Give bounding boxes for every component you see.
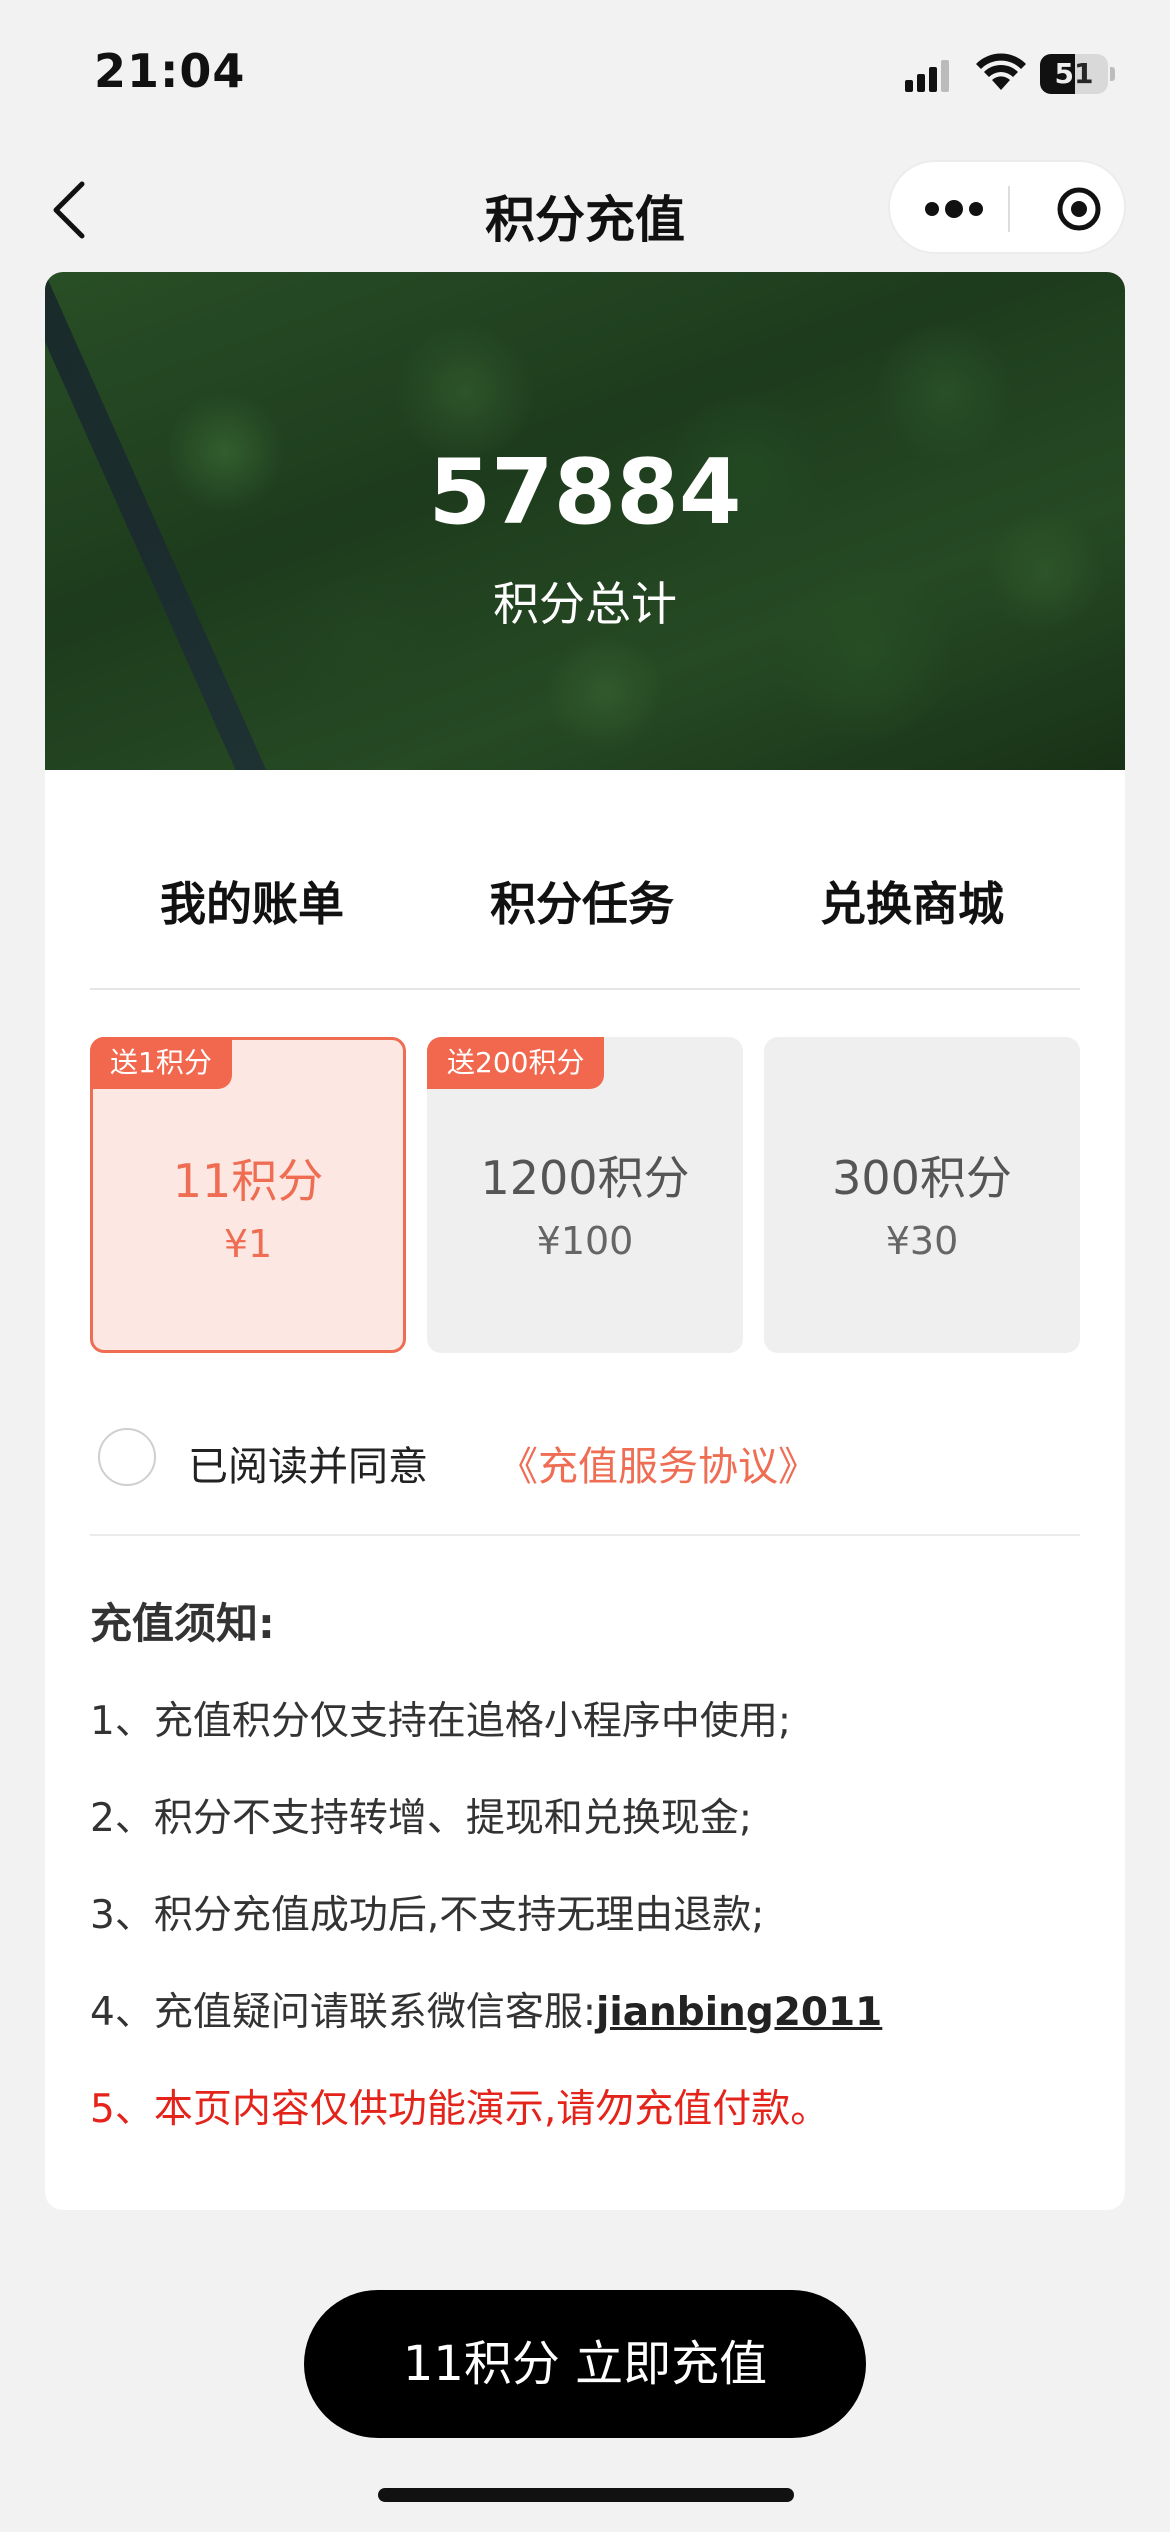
status-bar: 21:04 51	[0, 0, 1170, 140]
recharge-card: 我的账单 积分任务 兑换商城 送1积分 11积分 ¥1 送200积分 1200积…	[45, 770, 1125, 2210]
agreement-text: 已阅读并同意	[188, 1444, 428, 1490]
tab-my-bill[interactable]: 我的账单	[160, 868, 344, 934]
package-price: ¥1	[223, 1222, 273, 1266]
home-indicator	[378, 2488, 794, 2502]
notice-item-contact: 4、充值疑问请联系微信客服:jianbing2011	[90, 1981, 882, 2037]
package-option[interactable]: 送200积分 1200积分 ¥100	[427, 1037, 743, 1353]
wifi-icon	[976, 53, 1026, 90]
points-total-label: 积分总计	[493, 577, 677, 631]
recharge-now-button[interactable]: 11积分 立即充值	[304, 2290, 866, 2438]
notice-item: 2、积分不支持转增、提现和兑换现金;	[90, 1796, 752, 1841]
notice-item: 1、充值积分仅支持在追格小程序中使用;	[90, 1699, 791, 1744]
package-option[interactable]: 300积分 ¥30	[764, 1037, 1080, 1353]
tab-points-tasks[interactable]: 积分任务	[490, 868, 674, 934]
mini-program-capsule	[888, 160, 1126, 254]
agreement-row: 已阅读并同意 《充值服务协议》	[98, 1428, 1058, 1490]
notice-item-warning: 5、本页内容仅供功能演示,请勿充值付款。	[90, 2087, 830, 2132]
package-price: ¥30	[885, 1219, 959, 1263]
target-icon[interactable]	[1056, 186, 1102, 232]
wechat-contact-link[interactable]: jianbing2011	[596, 1990, 882, 2035]
agreement-checkbox[interactable]	[98, 1428, 156, 1486]
package-points: 1200积分	[480, 1151, 690, 1205]
status-time: 21:04	[94, 44, 246, 98]
bonus-badge: 送1积分	[90, 1037, 232, 1089]
notice-item: 3、积分充值成功后,不支持无理由退款;	[90, 1893, 765, 1938]
notice-title: 充值须知:	[90, 1599, 275, 1648]
shortcut-tabs: 我的账单 积分任务 兑换商城	[45, 770, 1125, 990]
bonus-badge: 送200积分	[427, 1037, 605, 1089]
package-points: 11积分	[172, 1154, 324, 1208]
nav-bar: 积分充值	[0, 150, 1170, 270]
package-points: 300积分	[832, 1151, 1012, 1205]
battery-level: 51	[1054, 57, 1094, 90]
signal-icon	[905, 60, 949, 92]
notice-item-text: 4、充值疑问请联系微信客服:	[90, 1990, 596, 2035]
points-hero-banner: 57884 积分总计	[45, 272, 1125, 770]
divider	[90, 1534, 1080, 1536]
package-price: ¥100	[536, 1219, 634, 1263]
package-option[interactable]: 送1积分 11积分 ¥1	[90, 1037, 406, 1353]
points-total: 57884	[428, 440, 742, 545]
agreement-link[interactable]: 《充值服务协议》	[498, 1434, 818, 1492]
tab-exchange-mall[interactable]: 兑换商城	[820, 868, 1004, 934]
more-icon[interactable]	[924, 197, 984, 221]
divider	[90, 988, 1080, 990]
battery-icon: 51	[1040, 54, 1116, 94]
